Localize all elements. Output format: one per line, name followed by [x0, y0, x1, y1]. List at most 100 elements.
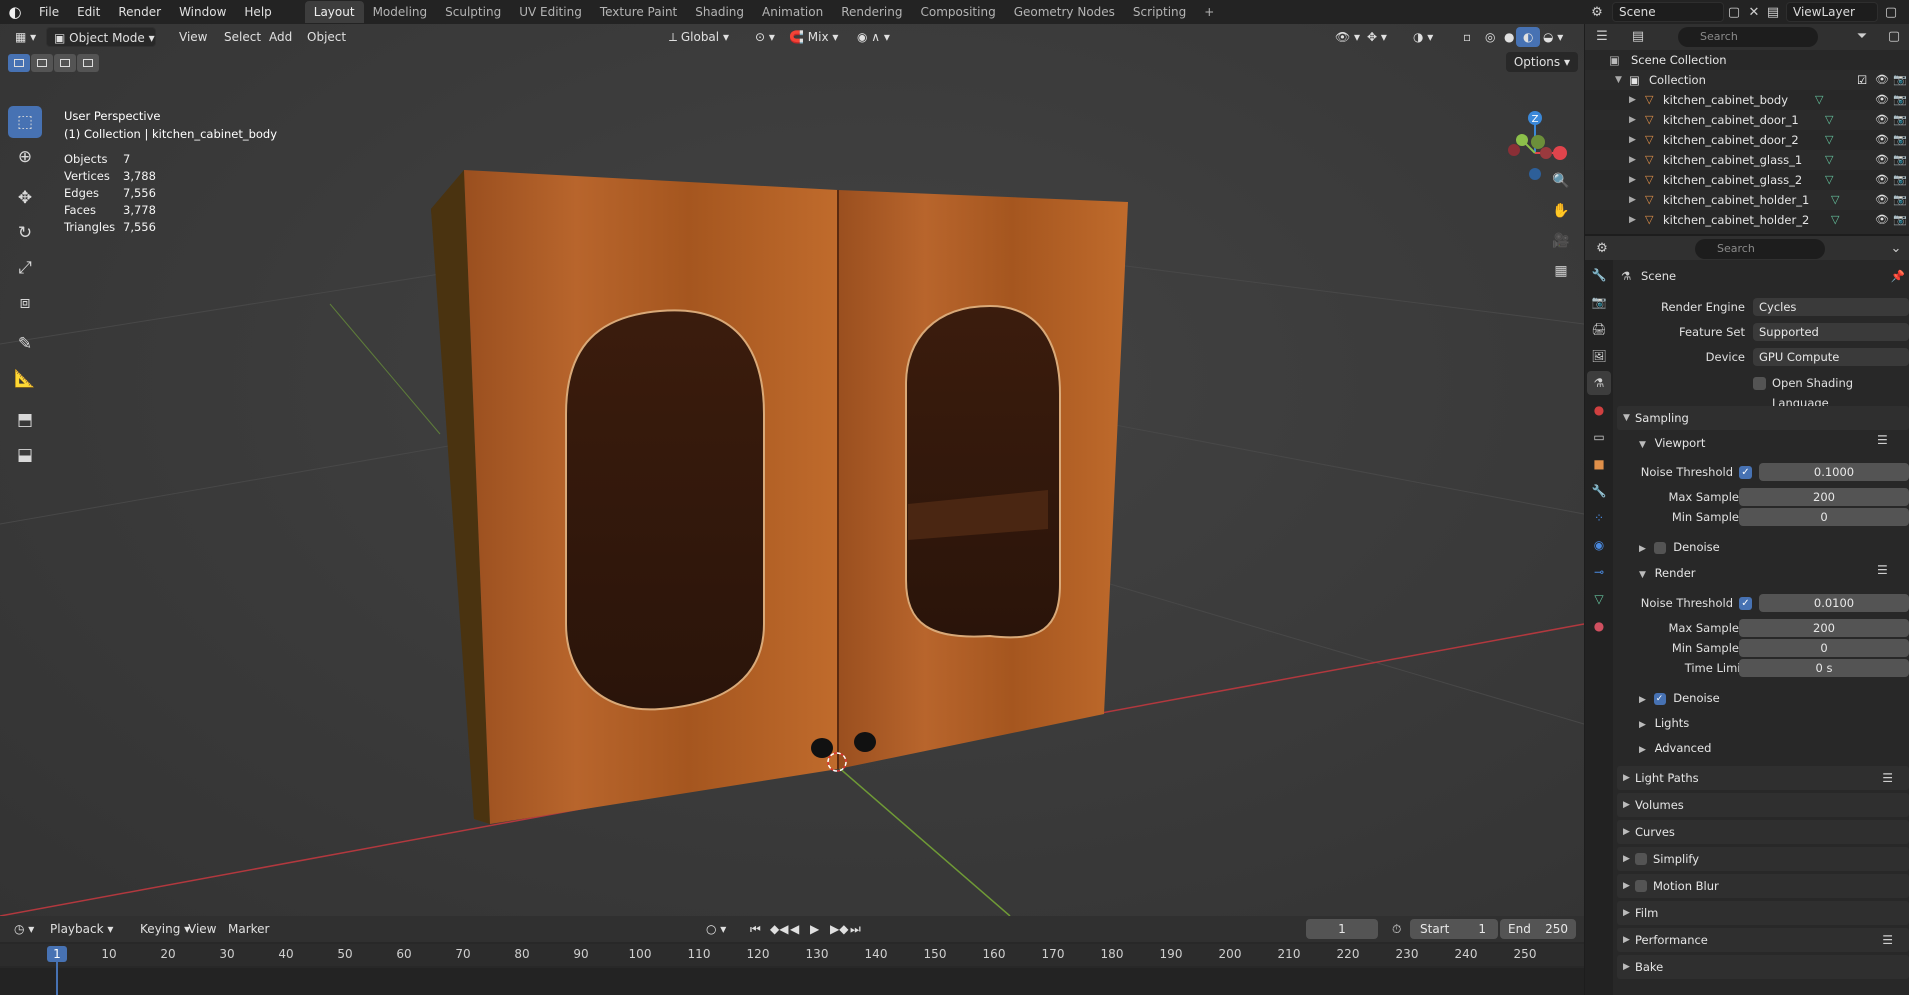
modifier-tab-icon[interactable]: 🔧 [1587, 479, 1611, 503]
max-samples-field[interactable]: 200 [1739, 619, 1909, 637]
add-workspace-button[interactable]: + [1195, 1, 1223, 23]
3d-viewport[interactable]: ▦ ▾ ▣ Object Mode ▾ View Select Add Obje… [0, 24, 1584, 916]
tab-uv-editing[interactable]: UV Editing [510, 1, 591, 23]
presets-list-icon[interactable]: ☰ [1877, 433, 1888, 447]
min-samples-field[interactable]: 0 [1739, 639, 1909, 657]
cursor-tool-icon[interactable]: ⊕ [8, 141, 42, 173]
pin-icon[interactable]: 📌 [1891, 266, 1905, 286]
noise-threshold-checkbox[interactable]: ✓ [1739, 597, 1752, 610]
menu-marker[interactable]: Marker [222, 919, 275, 939]
expand-icon[interactable]: ▶ [1629, 170, 1639, 190]
render-engine-dropdown[interactable]: Cycles [1753, 298, 1909, 316]
max-samples-field[interactable]: 200 [1739, 488, 1909, 506]
presets-list-icon[interactable]: ☰ [1877, 563, 1888, 577]
play-icon[interactable]: ▶ [804, 919, 825, 939]
eye-icon[interactable]: 👁 [1875, 130, 1889, 150]
camera-icon[interactable]: 📷 [1893, 130, 1907, 150]
advanced-subpanel[interactable]: ▶ Advanced [1639, 738, 1711, 758]
collection-checkbox-icon[interactable]: ☑ [1857, 70, 1867, 90]
world-tab-icon[interactable]: ● [1587, 398, 1611, 422]
tab-geometry-nodes[interactable]: Geometry Nodes [1005, 1, 1124, 23]
outliner-editor-icon[interactable]: ☰ [1593, 27, 1611, 45]
expand-icon[interactable]: ▶ [1629, 190, 1639, 210]
expand-icon[interactable]: ▶ [1629, 150, 1639, 170]
tab-shading[interactable]: Shading [686, 1, 753, 23]
object-tab-icon[interactable]: ■ [1587, 452, 1611, 476]
viewport-subpanel-header[interactable]: ▼ Viewport [1639, 433, 1705, 453]
render-tab-icon[interactable]: 📷 [1587, 290, 1611, 314]
select-new-icon[interactable] [8, 54, 30, 72]
tab-animation[interactable]: Animation [753, 1, 832, 23]
delete-scene-icon[interactable]: ✕ [1745, 3, 1763, 21]
tab-compositing[interactable]: Compositing [911, 1, 1004, 23]
jump-end-icon[interactable]: ⏭ [844, 919, 867, 939]
menu-help[interactable]: Help [235, 0, 280, 24]
outliner-object-row[interactable]: ▶ ▽ kitchen_cabinet_door_2 ▽ 👁 📷 [1585, 130, 1909, 150]
filter-icon[interactable]: ⏷ [1853, 27, 1871, 45]
tab-rendering[interactable]: Rendering [832, 1, 911, 23]
shading-rendered-icon[interactable]: ◒ ▾ [1536, 27, 1570, 47]
physics-tab-icon[interactable]: ◉ [1587, 533, 1611, 557]
xray-icon[interactable]: ▫ [1456, 27, 1478, 47]
preview-range-icon[interactable]: ⏱ [1386, 919, 1407, 939]
menu-edit[interactable]: Edit [68, 0, 109, 24]
denoise-checkbox[interactable] [1653, 541, 1666, 554]
start-frame-field[interactable]: Start 1 [1410, 919, 1498, 939]
snap-selector[interactable]: 🧲 Mix ▾ [782, 27, 845, 47]
collapse-icon[interactable]: ▼ [1615, 70, 1625, 90]
camera-icon[interactable]: 📷 [1893, 110, 1907, 130]
viewport-denoise-subpanel[interactable]: ▶ Denoise [1639, 537, 1720, 557]
noise-threshold-field[interactable]: 0.1000 [1759, 463, 1909, 481]
min-samples-field[interactable]: 0 [1739, 508, 1909, 526]
select-intersect-icon[interactable] [77, 54, 99, 72]
outliner-object-row[interactable]: ▶ ▽ kitchen_cabinet_holder_1 ▽ 👁 📷 [1585, 190, 1909, 210]
options-button[interactable]: Options ▾ [1505, 52, 1578, 72]
render-denoise-subpanel[interactable]: ▶ ✓ Denoise [1639, 688, 1720, 708]
camera-icon[interactable]: 📷 [1893, 170, 1907, 190]
rotate-tool-icon[interactable]: ↻ [8, 217, 42, 249]
zoom-icon[interactable]: 🔍 [1548, 168, 1574, 194]
menu-add[interactable]: Add [262, 27, 299, 47]
menu-file[interactable]: File [30, 0, 68, 24]
outliner-object-row[interactable]: ▶ ▽ kitchen_cabinet_door_1 ▽ 👁 📷 [1585, 110, 1909, 130]
add-primitive-tool-icon[interactable]: ⬓ [8, 439, 42, 471]
motion-blur-checkbox[interactable] [1635, 880, 1647, 892]
glass-window-right[interactable] [905, 304, 1061, 639]
playhead-line[interactable] [56, 962, 58, 995]
annotate-tool-icon[interactable]: ✎ [8, 328, 42, 360]
eye-icon[interactable]: 👁 [1875, 90, 1889, 110]
tab-sculpting[interactable]: Sculpting [436, 1, 510, 23]
denoise-checkbox[interactable]: ✓ [1653, 692, 1666, 705]
scale-tool-icon[interactable]: ⤢ [8, 252, 42, 284]
particles-tab-icon[interactable]: ⁘ [1587, 506, 1611, 530]
menu-playback[interactable]: Playback ▾ [44, 919, 119, 939]
blender-logo-icon[interactable]: ◐ [0, 3, 30, 21]
end-frame-field[interactable]: End 250 [1500, 919, 1576, 939]
expand-icon[interactable]: ▶ [1629, 90, 1639, 110]
select-subtract-icon[interactable] [54, 54, 76, 72]
camera-icon[interactable]: 📷 [1893, 150, 1907, 170]
properties-editor-icon[interactable]: ⚙ [1593, 239, 1611, 257]
tab-layout[interactable]: Layout [304, 1, 364, 23]
new-collection-icon[interactable]: ▢ [1885, 27, 1903, 45]
eye-icon[interactable]: 👁 [1875, 210, 1889, 230]
current-frame-field[interactable]: 1 [1306, 919, 1378, 939]
proportional-edit-icon[interactable]: ◉ ∧ ▾ [850, 27, 897, 47]
presets-list-icon[interactable]: ☰ [1882, 766, 1893, 790]
sampling-panel-header[interactable]: ▼ Sampling [1617, 406, 1909, 430]
tab-texture-paint[interactable]: Texture Paint [591, 1, 686, 23]
display-mode-icon[interactable]: ▤ [1629, 27, 1647, 45]
camera-icon[interactable]: 📷 [1893, 190, 1907, 210]
viewlayer-selector[interactable]: ViewLayer [1786, 2, 1878, 22]
film-panel[interactable]: ▶ Film [1617, 901, 1909, 925]
osl-checkbox[interactable] [1753, 377, 1766, 390]
select-box-icon[interactable]: ⬚ [8, 106, 42, 138]
new-viewlayer-icon[interactable]: ▢ [1882, 3, 1900, 21]
menu-view[interactable]: View [172, 27, 214, 47]
tool-tab-icon[interactable]: 🔧 [1587, 263, 1611, 287]
curves-panel[interactable]: ▶ Curves [1617, 820, 1909, 844]
eye-icon[interactable]: 👁 [1875, 190, 1889, 210]
mode-selector[interactable]: ▣ Object Mode ▾ [46, 27, 156, 47]
scene-tab-icon[interactable]: ⚗ [1587, 371, 1611, 395]
tab-scripting[interactable]: Scripting [1124, 1, 1195, 23]
